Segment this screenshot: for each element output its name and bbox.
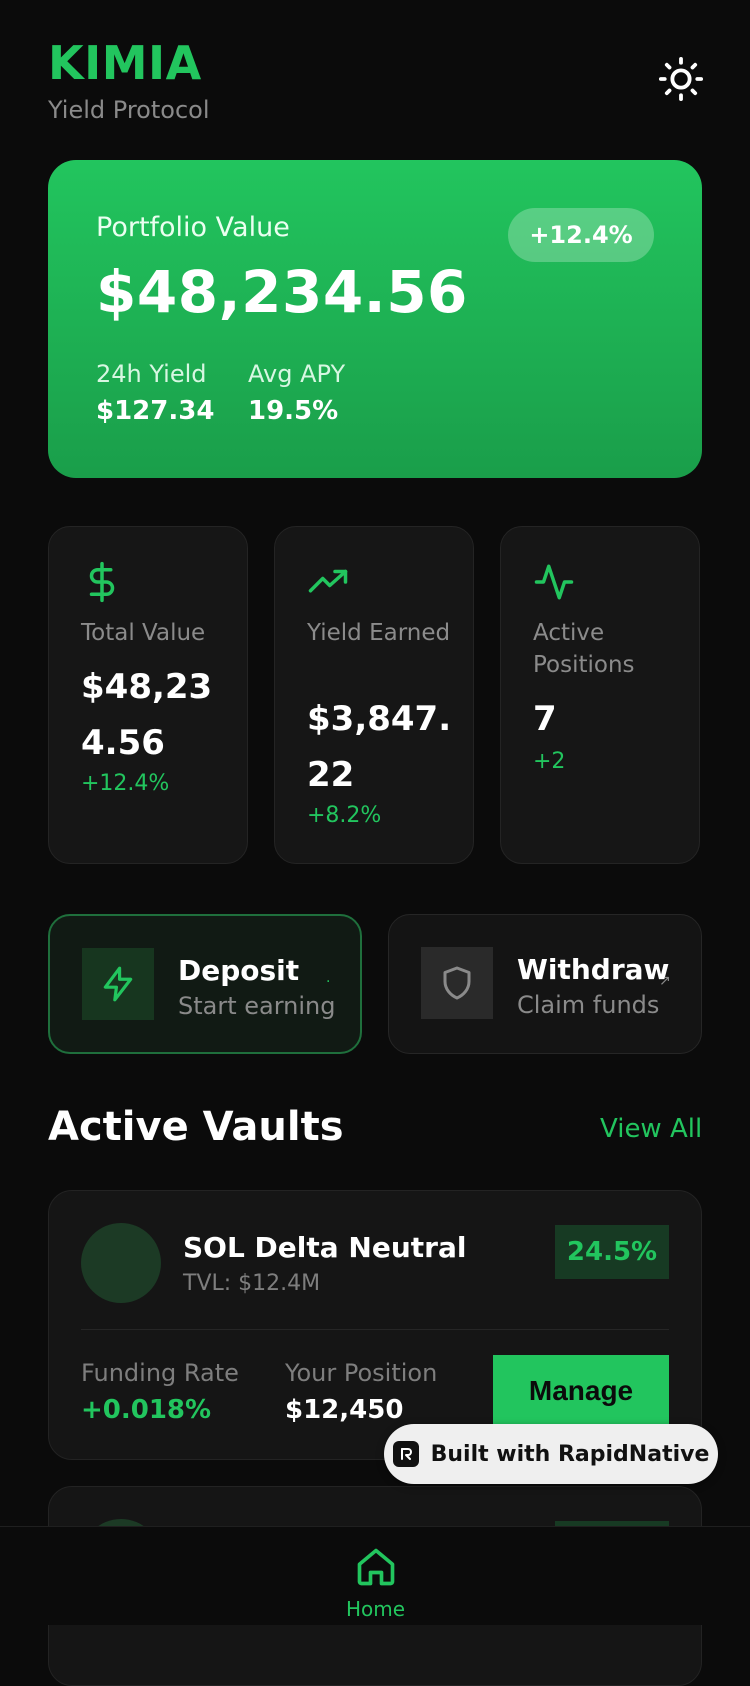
brand-tagline: Yield Protocol — [48, 96, 210, 124]
bottom-nav: Home — [0, 1526, 750, 1625]
sun-icon — [658, 56, 704, 102]
yield-24h-value: $127.34 — [96, 396, 215, 426]
shield-icon — [443, 966, 471, 1000]
stat-change: +2 — [533, 749, 566, 774]
stat-card-yield-earned: Yield Earned $3,847.22 +8.2% — [274, 526, 474, 864]
stat-label: Yield Earned — [307, 620, 451, 646]
yield-24h-label: 24h Yield — [96, 360, 207, 388]
position-label: Your Position — [285, 1359, 438, 1387]
funding-rate-value: +0.018% — [81, 1395, 212, 1425]
stat-value: $3,847.22 — [307, 699, 452, 795]
portfolio-label: Portfolio Value — [96, 212, 290, 243]
portfolio-card: Portfolio Value $48,234.56 +12.4% 24h Yi… — [48, 160, 702, 478]
vault-tvl: TVL: $12.4M — [183, 1271, 321, 1296]
lightning-icon — [103, 966, 133, 1002]
stat-change: +8.2% — [307, 803, 382, 828]
withdraw-title: Withdraw — [517, 953, 670, 986]
vault-card[interactable]: SOL Delta Neutral TVL: $12.4M 24.5% Fund… — [48, 1190, 702, 1460]
deposit-subtitle: Start earning — [178, 992, 336, 1020]
funding-rate-label: Funding Rate — [81, 1359, 239, 1387]
stat-value: 7 — [533, 699, 557, 739]
portfolio-value: $48,234.56 — [96, 258, 468, 326]
arrow-up-right-icon: · — [326, 974, 331, 990]
brand-logo: KIMIA — [48, 36, 202, 90]
avg-apy-label: Avg APY — [248, 360, 346, 388]
manage-button[interactable]: Manage — [493, 1355, 669, 1427]
vault-avatar — [81, 1223, 161, 1303]
withdraw-subtitle: Claim funds — [517, 991, 660, 1019]
deposit-button[interactable]: Deposit Start earning · — [48, 914, 362, 1054]
dollar-icon — [89, 561, 115, 603]
built-with-text: Built with RapidNative — [430, 1441, 710, 1467]
stat-label: Total Value — [81, 620, 206, 646]
theme-toggle-button[interactable] — [652, 50, 710, 108]
vault-name: SOL Delta Neutral — [183, 1231, 467, 1264]
avg-apy-value: 19.5% — [248, 396, 339, 426]
stat-change: +12.4% — [81, 771, 170, 796]
home-icon[interactable] — [354, 1545, 398, 1589]
section-title: Active Vaults — [48, 1104, 344, 1150]
stat-card-total-value: Total Value $48,234.56 +12.4% — [48, 526, 248, 864]
position-value: $12,450 — [285, 1395, 404, 1425]
vault-apy-badge: 24.5% — [555, 1225, 669, 1279]
stat-value: $48,234.56 — [81, 667, 213, 763]
divider — [81, 1329, 669, 1330]
stat-label: Active Positions — [533, 620, 635, 678]
nav-home-label[interactable]: Home — [346, 1597, 405, 1621]
trending-up-icon — [308, 569, 348, 593]
view-all-link[interactable]: View All — [600, 1114, 702, 1144]
rapidnative-logo-icon — [392, 1441, 419, 1467]
deposit-icon-box — [82, 948, 154, 1020]
deposit-title: Deposit — [178, 954, 300, 987]
portfolio-change-badge: +12.4% — [508, 208, 654, 262]
arrow-up-right-icon: ↗ — [659, 973, 671, 989]
activity-icon — [534, 564, 574, 600]
stat-card-active-positions: Active Positions 7 +2 — [500, 526, 700, 864]
withdraw-button[interactable]: Withdraw Claim funds ↗ — [388, 914, 702, 1054]
withdraw-icon-box — [421, 947, 493, 1019]
built-with-badge[interactable]: Built with RapidNative — [384, 1424, 718, 1484]
